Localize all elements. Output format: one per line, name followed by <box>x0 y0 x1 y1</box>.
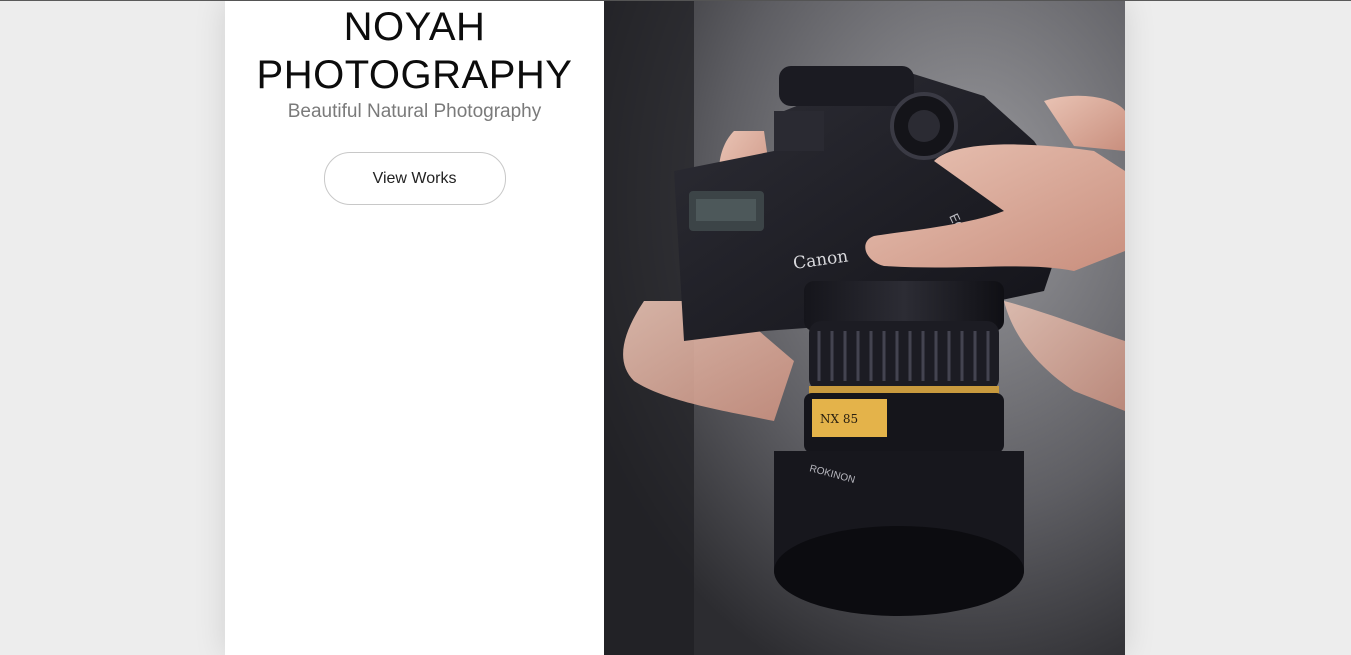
lens-label-text: NX 85 <box>820 412 858 426</box>
hero-camera-photo: Canon EOS 5D NX 85 <box>604 1 1125 655</box>
page-container: NOYAH PHOTOGRAPHY Beautiful Natural Phot… <box>225 1 1125 655</box>
brand-title: NOYAH PHOTOGRAPHY <box>225 1 604 99</box>
brand-title-line1: NOYAH <box>343 5 486 49</box>
brand-title-line2: PHOTOGRAPHY <box>256 53 573 97</box>
view-works-button[interactable]: View Works <box>323 152 506 205</box>
camera-illustration: Canon EOS 5D NX 85 <box>604 1 1125 655</box>
tagline: Beautiful Natural Photography <box>287 101 542 122</box>
intro-panel: NOYAH PHOTOGRAPHY Beautiful Natural Phot… <box>225 1 604 655</box>
